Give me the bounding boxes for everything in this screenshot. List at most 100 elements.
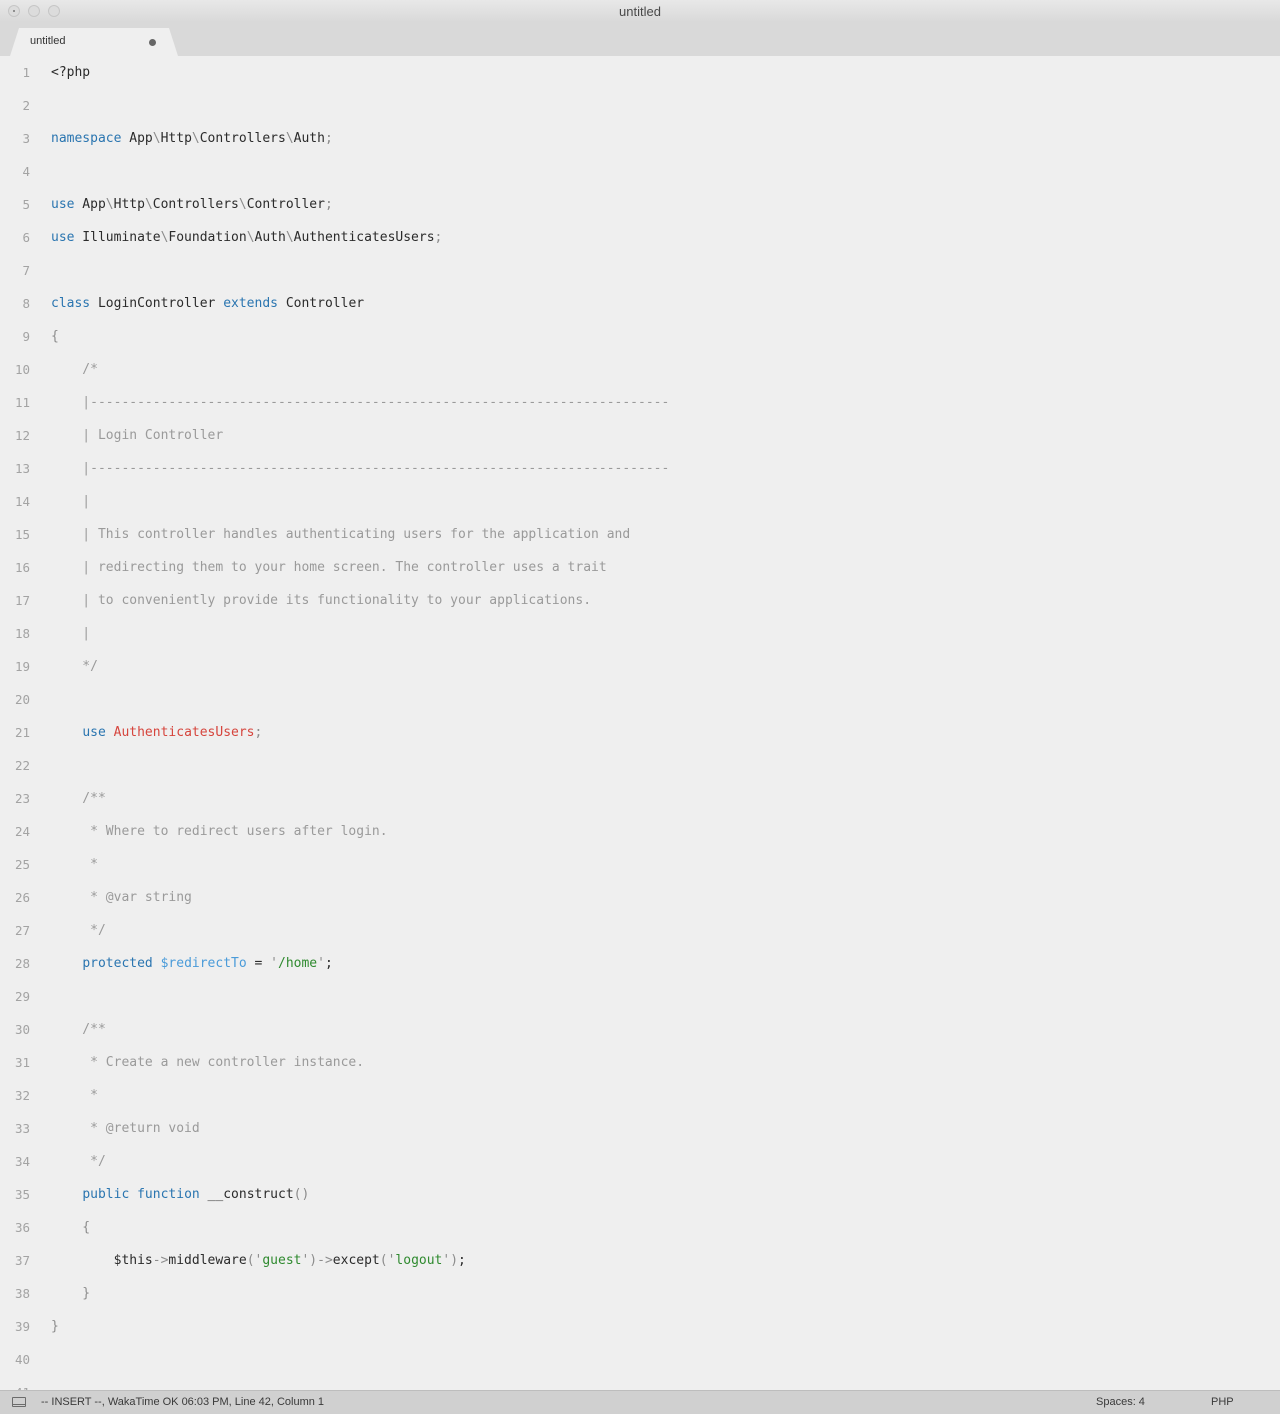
code-token: ;: [324, 197, 333, 212]
code-token: *: [51, 857, 98, 872]
code-line[interactable]: 33 * @return void: [0, 1112, 1280, 1145]
code-line[interactable]: 38 }: [0, 1277, 1280, 1310]
line-number: 4: [22, 164, 30, 179]
line-code: */: [51, 1154, 106, 1169]
code-line[interactable]: 23 /**: [0, 782, 1280, 815]
line-code: * @return void: [51, 1121, 200, 1136]
code-line[interactable]: 21 use AuthenticatesUsers;: [0, 716, 1280, 749]
code-token: except: [332, 1253, 380, 1268]
code-line[interactable]: 41: [0, 1376, 1280, 1390]
code-line[interactable]: 2: [0, 89, 1280, 122]
code-line[interactable]: 5 use App\Http\Controllers\Controller;: [0, 188, 1280, 221]
code-token: extends: [223, 296, 278, 311]
code-token: $this: [51, 1253, 153, 1268]
code-line[interactable]: 19 */: [0, 650, 1280, 683]
line-number: 31: [14, 1055, 30, 1070]
code-line[interactable]: 4: [0, 155, 1280, 188]
line-number: 13: [14, 461, 30, 476]
code-token: \: [191, 131, 200, 146]
code-line[interactable]: 40: [0, 1343, 1280, 1376]
code-token: logout: [395, 1253, 443, 1268]
panel-toggle-icon[interactable]: [12, 1397, 26, 1407]
line-code: /**: [51, 791, 106, 806]
code-token: ;: [434, 230, 443, 245]
code-line[interactable]: 26 * @var string: [0, 881, 1280, 914]
code-line[interactable]: 17 | to conveniently provide its functio…: [0, 584, 1280, 617]
code-line[interactable]: 31 * Create a new controller instance.: [0, 1046, 1280, 1079]
code-token: guest: [262, 1253, 302, 1268]
code-line[interactable]: 14 |: [0, 485, 1280, 518]
code-line[interactable]: 9{: [0, 320, 1280, 353]
code-line[interactable]: 25 *: [0, 848, 1280, 881]
line-code: use AuthenticatesUsers;: [51, 725, 262, 740]
line-number: 26: [14, 890, 30, 905]
code-line[interactable]: 1 <?php: [0, 56, 1280, 89]
code-editor[interactable]: 1 <?php 2 3 namespace App\Http\Controllers\A…: [0, 56, 1280, 1390]
code-token: */: [51, 923, 106, 938]
line-number: 18: [14, 626, 30, 641]
line-number: 10: [14, 362, 30, 377]
code-line[interactable]: 7: [0, 254, 1280, 287]
code-token: $redirectTo: [160, 956, 247, 971]
code-line[interactable]: 29: [0, 980, 1280, 1013]
code-line[interactable]: 37 $this->middleware('guest')->except('l…: [0, 1244, 1280, 1277]
line-code: }: [51, 1319, 59, 1334]
code-line[interactable]: 13 |------------------------------------…: [0, 452, 1280, 485]
line-number: 11: [14, 395, 30, 410]
code-line[interactable]: 30 /**: [0, 1013, 1280, 1046]
code-token: use: [51, 197, 75, 212]
line-code: use Illuminate\Foundation\Auth\Authentic…: [51, 230, 442, 245]
code-token: namespace: [51, 131, 122, 146]
code-line[interactable]: 15 | This controller handles authenticat…: [0, 518, 1280, 551]
code-line[interactable]: 27 */: [0, 914, 1280, 947]
line-code: $this->middleware('guest')->except('logo…: [51, 1253, 466, 1268]
code-line[interactable]: 12 | Login Controller: [0, 419, 1280, 452]
line-code: }: [51, 1286, 90, 1301]
code-token: /home: [278, 956, 318, 971]
code-line[interactable]: 16 | redirecting them to your home scree…: [0, 551, 1280, 584]
line-number: 38: [14, 1286, 30, 1301]
code-token: Http: [113, 197, 145, 212]
code-line[interactable]: 35 public function __construct(): [0, 1178, 1280, 1211]
code-token: |---------------------------------------…: [51, 395, 670, 410]
code-line[interactable]: 34 */: [0, 1145, 1280, 1178]
code-line[interactable]: 24 * Where to redirect users after login…: [0, 815, 1280, 848]
code-token: {: [51, 329, 59, 344]
indentation-setting[interactable]: Spaces: 4: [1096, 1396, 1145, 1408]
line-code: * Where to redirect users after login.: [51, 824, 387, 839]
line-number: 14: [14, 494, 30, 509]
code-line[interactable]: 6 use Illuminate\Foundation\Auth\Authenti…: [0, 221, 1280, 254]
line-number: 7: [22, 263, 30, 278]
code-token: ': [270, 956, 278, 971]
line-code: class LoginController extends Controller: [51, 296, 364, 311]
line-number: 3: [22, 131, 30, 146]
code-line[interactable]: 32 *: [0, 1079, 1280, 1112]
syntax-selector[interactable]: PHP: [1211, 1396, 1234, 1408]
code-line[interactable]: 20: [0, 683, 1280, 716]
code-line[interactable]: 10 /*: [0, 353, 1280, 386]
code-token: Controller: [246, 197, 325, 212]
line-code: /*: [51, 362, 98, 377]
dirty-dot-icon[interactable]: [149, 39, 156, 46]
code-line[interactable]: 11 |------------------------------------…: [0, 386, 1280, 419]
code-line[interactable]: 8 class LoginController extends Controlle…: [0, 287, 1280, 320]
tab-untitled[interactable]: untitled: [10, 28, 178, 56]
code-token: AuthenticatesUsers: [293, 230, 435, 245]
code-token: ;: [324, 131, 333, 146]
line-number: 22: [14, 758, 30, 773]
code-token: '): [442, 1253, 459, 1268]
code-line[interactable]: 3 namespace App\Http\Controllers\Auth;: [0, 122, 1280, 155]
code-token: \: [152, 131, 161, 146]
code-token: (': [246, 1253, 263, 1268]
code-line[interactable]: 28 protected $redirectTo = '/home';: [0, 947, 1280, 980]
code-token: */: [51, 1154, 106, 1169]
code-token: }: [51, 1286, 91, 1301]
code-line[interactable]: 18 |: [0, 617, 1280, 650]
code-line[interactable]: 22: [0, 749, 1280, 782]
status-bar: -- INSERT --, WakaTime OK 06:03 PM, Line…: [0, 1390, 1280, 1414]
code-token: ;: [324, 956, 333, 971]
code-line[interactable]: 39}: [0, 1310, 1280, 1343]
code-line[interactable]: 36 {: [0, 1211, 1280, 1244]
